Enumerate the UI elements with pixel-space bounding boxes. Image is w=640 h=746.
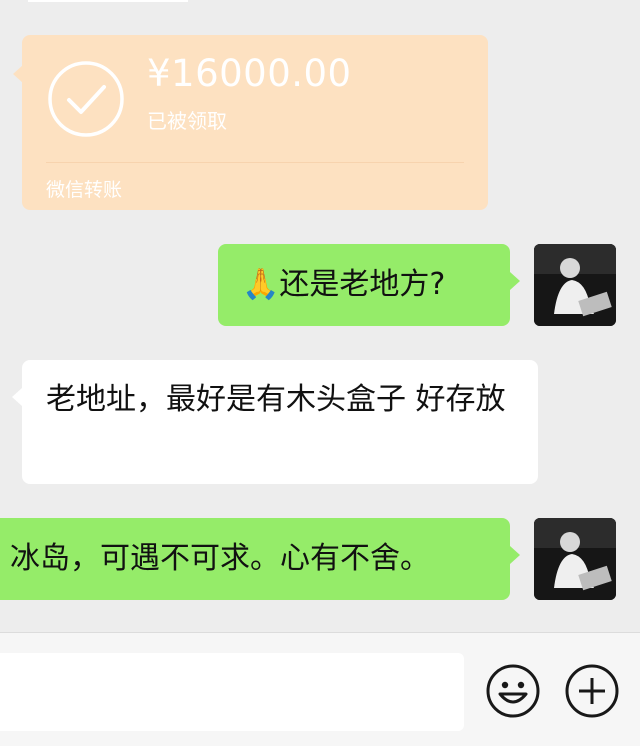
emoji-icon[interactable] [485, 663, 541, 719]
transfer-status: 已被领取 [147, 109, 227, 133]
transfer-card[interactable]: ¥16000.00 已被领取 微信转账 [13, 35, 488, 210]
previous-message-edge [28, 0, 188, 2]
transfer-amount: ¥16000.00 [147, 52, 352, 95]
avatar-image [534, 518, 616, 600]
message-text: 冰岛，可遇不可求。心有不舍。 [10, 541, 430, 576]
received-message-bubble[interactable]: 老地址，最好是有木头盒子 好存放 [12, 360, 538, 484]
folded-hands-emoji: 🙏 [242, 267, 280, 302]
sent-message-bubble[interactable]: 冰岛，可遇不可求。心有不舍。 [0, 518, 520, 600]
check-circle-icon [48, 61, 124, 137]
avatar[interactable] [534, 244, 616, 326]
message-text: 老地址，最好是有木头盒子 好存放 [46, 382, 506, 417]
message-text: 还是老地方? [279, 267, 446, 302]
message-input[interactable] [0, 653, 464, 731]
transfer-footer-label: 微信转账 [46, 179, 123, 201]
avatar-image [534, 244, 616, 326]
input-bar [0, 632, 640, 746]
plus-icon[interactable] [564, 663, 620, 719]
transfer-divider [46, 162, 464, 163]
sent-message-bubble[interactable]: 🙏还是老地方? [218, 244, 520, 326]
avatar[interactable] [534, 518, 616, 600]
